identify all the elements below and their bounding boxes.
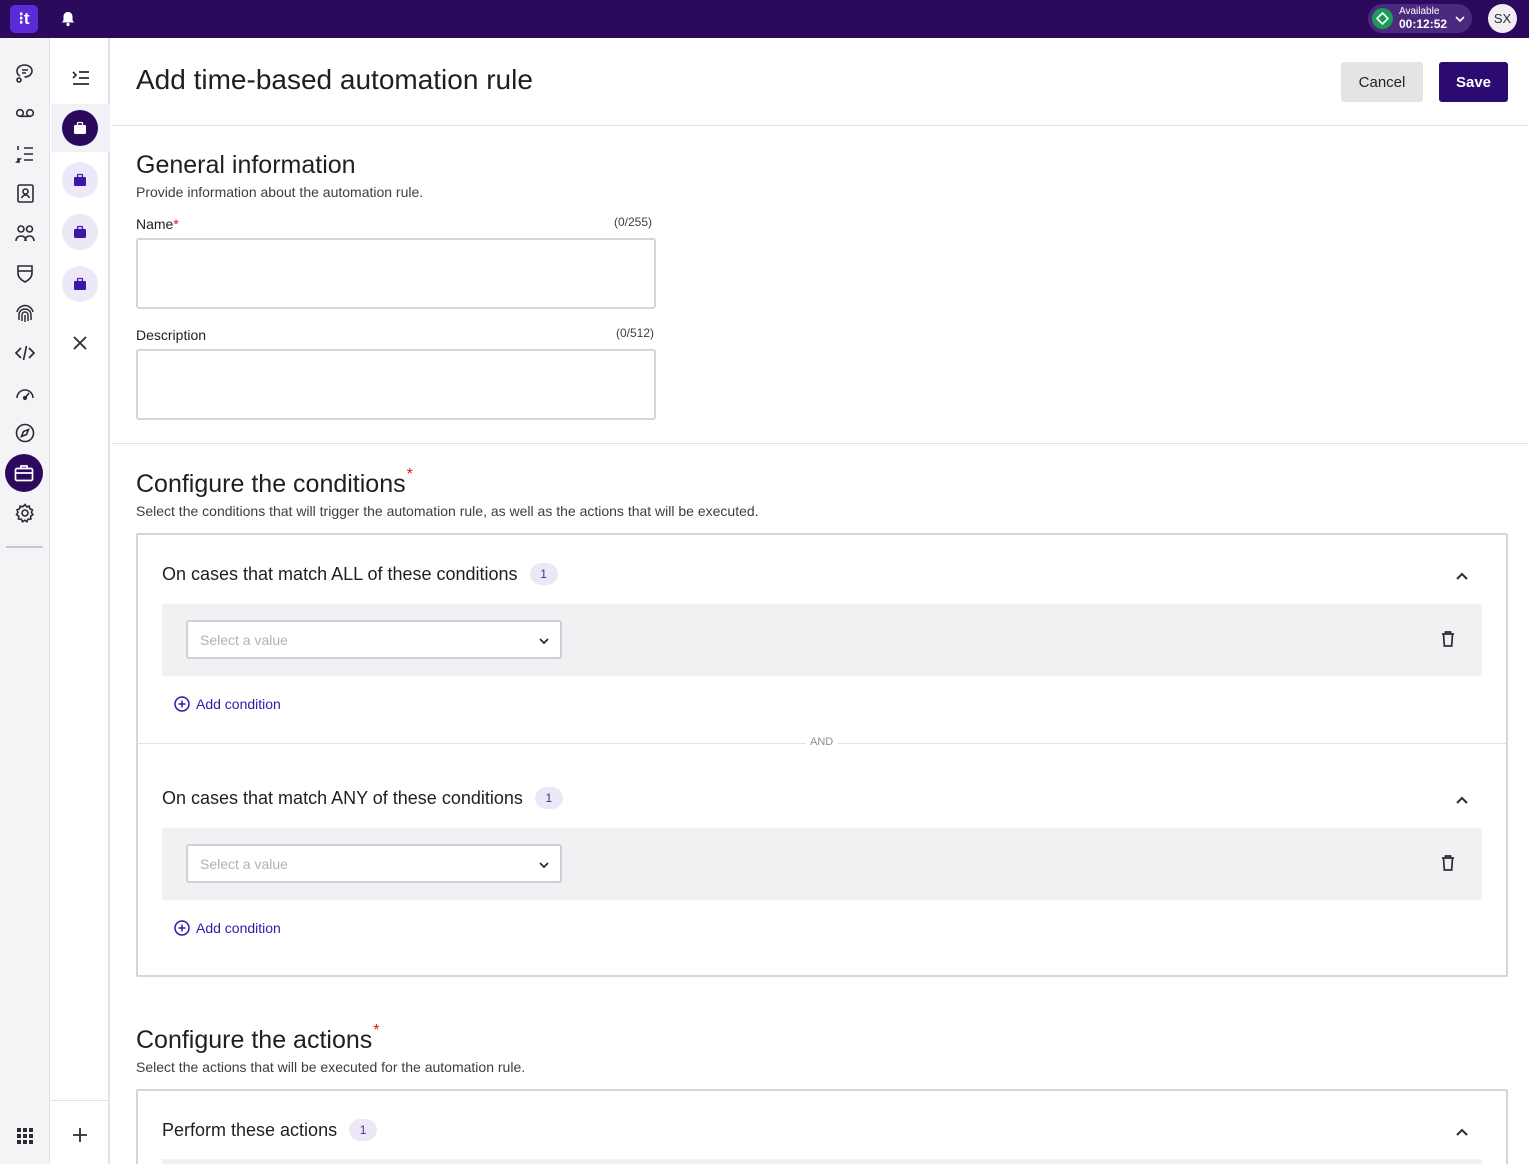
count-badge: 1 [349, 1119, 378, 1141]
condition-row: Select a value [162, 828, 1482, 900]
count-badge: 1 [529, 563, 558, 585]
count-badge: 1 [534, 787, 563, 809]
name-char-count: (0/255) [614, 215, 653, 229]
briefcase-icon[interactable] [5, 454, 43, 492]
people-icon[interactable] [12, 220, 38, 246]
list-icon[interactable] [12, 140, 38, 166]
chevron-up-icon[interactable] [1454, 568, 1470, 584]
plus-circle-icon [174, 920, 190, 936]
actions-group-title: Perform these actions 1 [162, 1119, 378, 1141]
shield-icon[interactable] [12, 260, 38, 286]
workspace-tab-2[interactable] [62, 162, 98, 198]
close-icon[interactable] [72, 335, 88, 356]
save-button[interactable]: Save [1439, 62, 1508, 102]
add-condition-button[interactable]: Add condition [174, 696, 281, 712]
add-icon[interactable] [72, 1127, 88, 1148]
briefcase-icon [74, 277, 86, 290]
available-status-icon [1372, 8, 1393, 29]
actions-section-subtitle: Select the actions that will be executed… [136, 1059, 526, 1075]
top-bar: ⁝t Available 00:12:52 SX [0, 0, 1529, 38]
chevron-down-icon [538, 634, 550, 652]
chevron-down-icon [1454, 12, 1466, 30]
briefcase-icon [74, 173, 86, 186]
fingerprint-icon[interactable] [12, 300, 38, 326]
status-timer: 00:12:52 [1399, 17, 1448, 31]
any-conditions-group-title: On cases that match ANY of these conditi… [162, 787, 563, 809]
left-nav [0, 38, 50, 1164]
trash-icon[interactable] [1440, 854, 1456, 877]
workspace-tab-3[interactable] [62, 214, 98, 250]
conditions-card: On cases that match ALL of these conditi… [136, 533, 1508, 977]
main-content: Add time-based automation rule Cancel Sa… [112, 38, 1529, 1164]
condition-row: Select a value [162, 604, 1482, 676]
condition-select[interactable]: Select a value [186, 620, 562, 659]
status-selector[interactable]: Available 00:12:52 [1368, 4, 1472, 33]
section-divider [112, 443, 1529, 444]
nav-divider [6, 546, 43, 548]
all-conditions-group-title: On cases that match ALL of these conditi… [162, 563, 558, 585]
and-label: AND [806, 736, 838, 748]
gauge-icon[interactable] [12, 380, 38, 406]
voicemail-icon[interactable] [12, 100, 38, 126]
cancel-button[interactable]: Cancel [1341, 62, 1423, 102]
page-title: Add time-based automation rule [136, 64, 533, 95]
workspace-tab-1[interactable] [62, 110, 98, 146]
subnav-divider [51, 1100, 110, 1101]
compass-icon[interactable] [12, 420, 38, 446]
workspace-tabs-panel [51, 38, 110, 1164]
description-label: Description [136, 327, 207, 343]
description-char-count: (0/512) [616, 326, 655, 340]
bell-icon[interactable] [58, 9, 78, 29]
chevron-down-icon [538, 858, 550, 876]
gear-icon[interactable] [12, 500, 38, 526]
chevron-up-icon[interactable] [1454, 792, 1470, 808]
add-condition-button[interactable]: Add condition [174, 920, 281, 936]
briefcase-icon [74, 121, 86, 134]
collapse-menu-icon[interactable] [71, 68, 91, 93]
general-section-subtitle: Provide information about the automation… [136, 184, 424, 200]
name-field[interactable] [136, 238, 656, 309]
description-field[interactable] [136, 349, 656, 420]
header-divider [112, 125, 1529, 126]
conditions-section-title: Configure the conditions* [136, 466, 413, 498]
select-placeholder: Select a value [200, 856, 288, 872]
workspace-tab-4[interactable] [62, 266, 98, 302]
trash-icon[interactable] [1440, 630, 1456, 653]
apps-grid-icon[interactable] [12, 1123, 38, 1149]
app-logo[interactable]: ⁝t [10, 5, 38, 33]
general-section-title: General information [136, 151, 356, 179]
status-label: Available [1399, 6, 1440, 17]
chevron-up-icon[interactable] [1454, 1124, 1470, 1140]
briefcase-icon [74, 225, 86, 238]
select-placeholder: Select a value [200, 632, 288, 648]
action-row [162, 1159, 1482, 1164]
actions-section-title: Configure the actions* [136, 1022, 380, 1054]
actions-card: Perform these actions 1 [136, 1089, 1508, 1164]
avatar[interactable]: SX [1488, 4, 1517, 33]
plus-circle-icon [174, 696, 190, 712]
code-icon[interactable] [12, 340, 38, 366]
chat-icon[interactable] [12, 60, 38, 86]
name-label: Name* [136, 216, 179, 232]
conditions-section-subtitle: Select the conditions that will trigger … [136, 503, 759, 519]
condition-select[interactable]: Select a value [186, 844, 562, 883]
contacts-icon[interactable] [12, 180, 38, 206]
